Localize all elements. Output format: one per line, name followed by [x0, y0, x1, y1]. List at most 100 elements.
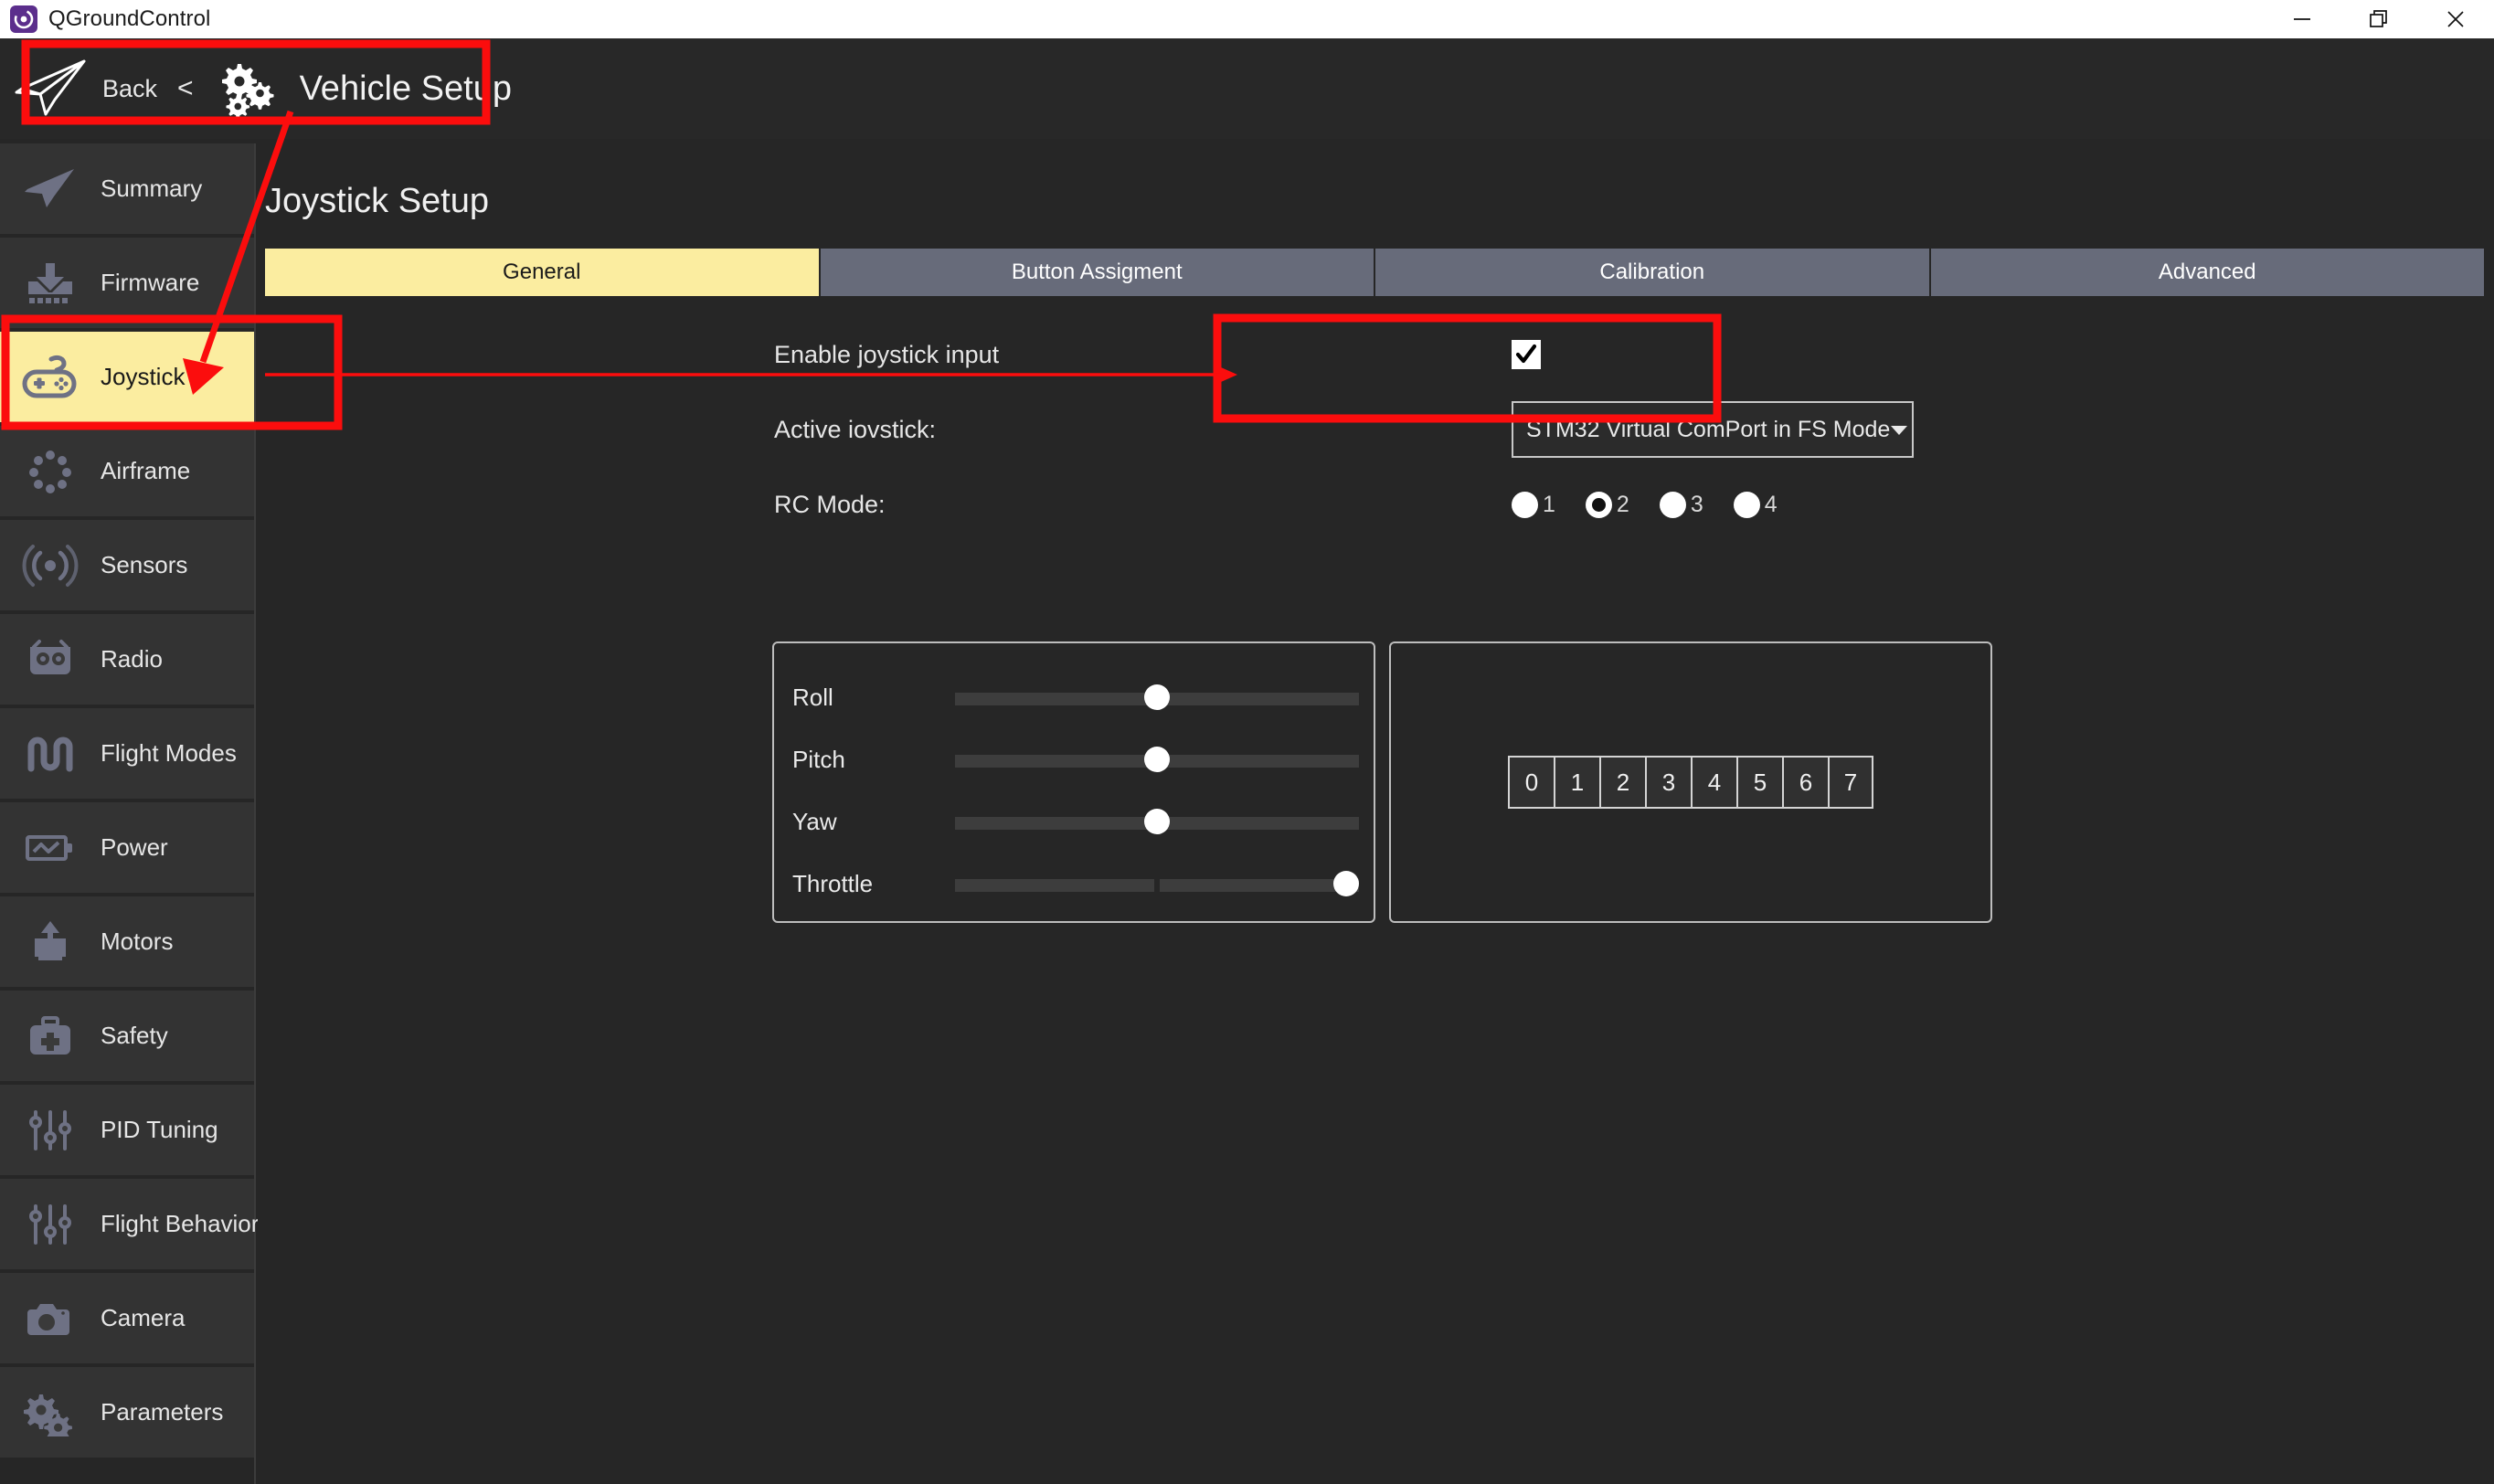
slider-knob[interactable] [1144, 747, 1170, 772]
joystick-button[interactable]: 0 [1508, 756, 1554, 809]
tab-button-assigment[interactable]: Button Assigment [820, 249, 1375, 296]
joystick-button[interactable]: 6 [1782, 756, 1828, 809]
radio-icon [1512, 491, 1538, 518]
sidebar-item-flight-modes[interactable]: Flight Modes [0, 708, 254, 799]
tab-calibration[interactable]: Calibration [1375, 249, 1931, 296]
enable-joystick-control [1512, 340, 1541, 369]
active-joystick-label: Active iovstick: [774, 415, 937, 443]
sidebar-item-label: Summary [101, 175, 203, 202]
minimize-button[interactable] [2264, 0, 2340, 38]
close-button[interactable] [2417, 0, 2494, 38]
toolbar-title: Vehicle Setup [299, 69, 512, 108]
panels-area: Roll Pitch Yaw Throttle 0 1 2 3 4 5 6 7 [258, 641, 2494, 934]
stick-label: Pitch [792, 745, 845, 773]
stick-label: Yaw [792, 807, 837, 835]
tab-advanced[interactable]: Advanced [1930, 249, 2484, 296]
stick-label: Throttle [792, 869, 874, 897]
slider-knob[interactable] [1144, 684, 1170, 710]
sliders-icon [13, 1100, 88, 1161]
stick-slider-pitch[interactable] [955, 747, 1359, 772]
camera-icon [13, 1288, 88, 1349]
sidebar-item-summary[interactable]: Summary [0, 143, 254, 234]
rc-mode-label: RC Mode: [774, 490, 886, 518]
sidebar-item-label: Motors [101, 928, 174, 955]
stick-label: Roll [792, 683, 833, 711]
setup-tabs: General Button Assigment Calibration Adv… [265, 249, 2484, 296]
sidebar-item-label: Flight Behavior [101, 1210, 260, 1237]
paper-plane-icon [13, 159, 88, 219]
active-joystick-row: Active iovstick: STM32 Virtual ComPort i… [258, 392, 2494, 467]
sidebar-item-label: Firmware [101, 269, 200, 296]
sidebar-item-sensors[interactable]: Sensors [0, 520, 254, 610]
rc-mode-option-4[interactable]: 4 [1733, 491, 1778, 518]
sidebar-item-label: Radio [101, 645, 163, 673]
enable-joystick-label: Enable joystick input [774, 340, 1000, 368]
active-joystick-value: STM32 Virtual ComPort in FS Mode [1526, 416, 1891, 442]
battery-icon [13, 818, 88, 878]
rc-mode-option-label: 4 [1764, 491, 1778, 517]
first-aid-icon [13, 1006, 88, 1066]
slider-track-right [1160, 879, 1359, 892]
joystick-button[interactable]: 7 [1828, 756, 1873, 809]
joystick-button[interactable]: 4 [1691, 756, 1736, 809]
sidebar-item-pid-tuning[interactable]: PID Tuning [0, 1085, 254, 1175]
sensors-icon [13, 535, 88, 596]
sidebar-item-safety[interactable]: Safety [0, 991, 254, 1081]
sidebar-item-label: Joystick [101, 363, 186, 390]
back-label[interactable]: Back [102, 75, 157, 103]
rc-mode-option-1[interactable]: 1 [1512, 491, 1555, 518]
joystick-button[interactable]: 2 [1599, 756, 1645, 809]
window-title: QGroundControl [48, 6, 211, 31]
stick-slider-roll[interactable] [955, 684, 1359, 710]
rc-mode-option-2[interactable]: 2 [1585, 491, 1629, 518]
joystick-button[interactable]: 3 [1645, 756, 1691, 809]
slider-track-left [955, 879, 1154, 892]
setup-sidebar: Summary Firmware Joystick Airframe Senso… [0, 143, 259, 1484]
airframe-icon [13, 441, 88, 502]
enable-joystick-checkbox[interactable] [1512, 340, 1541, 369]
flight-modes-icon [13, 724, 88, 784]
sidebar-item-firmware[interactable]: Firmware [0, 238, 254, 328]
window-titlebar: QGroundControl [0, 0, 2494, 38]
joystick-button-grid: 0 1 2 3 4 5 6 7 [1508, 756, 1873, 809]
window-controls [2264, 0, 2494, 38]
slider-knob[interactable] [1333, 871, 1359, 896]
sidebar-item-radio[interactable]: Radio [0, 614, 254, 705]
rc-mode-option-3[interactable]: 3 [1659, 491, 1703, 518]
stick-slider-yaw[interactable] [955, 809, 1359, 834]
main-content: Joystick Setup General Button Assigment … [258, 143, 2494, 1484]
sidebar-item-label: Flight Modes [101, 739, 237, 767]
sidebar-item-camera[interactable]: Camera [0, 1273, 254, 1363]
radio-icon-selected [1585, 491, 1612, 518]
joystick-button[interactable]: 1 [1554, 756, 1599, 809]
rc-mode-option-label: 3 [1690, 491, 1703, 517]
slider-knob[interactable] [1144, 809, 1170, 834]
tab-general[interactable]: General [265, 249, 821, 296]
sidebar-item-power[interactable]: Power [0, 802, 254, 893]
sliders-icon [13, 1194, 88, 1255]
rc-mode-control: 1 2 3 4 [1512, 491, 1808, 518]
sidebar-item-motors[interactable]: Motors [0, 896, 254, 987]
rc-mode-option-label: 2 [1616, 491, 1629, 517]
active-joystick-dropdown[interactable]: STM32 Virtual ComPort in FS Mode [1512, 401, 1914, 458]
joystick-button[interactable]: 5 [1736, 756, 1782, 809]
restore-button[interactable] [2340, 0, 2417, 38]
enable-joystick-row: Enable joystick input [258, 317, 2494, 392]
gears-icon [13, 1383, 88, 1443]
sidebar-item-joystick[interactable]: Joystick [0, 332, 254, 422]
sidebar-item-airframe[interactable]: Airframe [0, 426, 254, 516]
sidebar-item-label: PID Tuning [101, 1116, 218, 1143]
general-form: Enable joystick input Active iovstick: S… [258, 317, 2494, 542]
download-icon [13, 253, 88, 313]
stick-slider-throttle[interactable] [955, 871, 1359, 896]
page-title: Joystick Setup [265, 182, 489, 220]
checkmark-icon [1515, 344, 1537, 364]
radio-icon [1733, 491, 1760, 518]
qgc-logo-icon [10, 5, 37, 33]
sidebar-item-parameters[interactable]: Parameters [0, 1367, 254, 1458]
rc-mode-radio-group: 1 2 3 4 [1512, 491, 1808, 518]
sidebar-item-label: Airframe [101, 457, 191, 484]
sidebar-item-label: Parameters [101, 1398, 224, 1426]
sidebar-item-flight-behavior[interactable]: Flight Behavior [0, 1179, 259, 1269]
paper-plane-icon[interactable] [13, 56, 91, 122]
